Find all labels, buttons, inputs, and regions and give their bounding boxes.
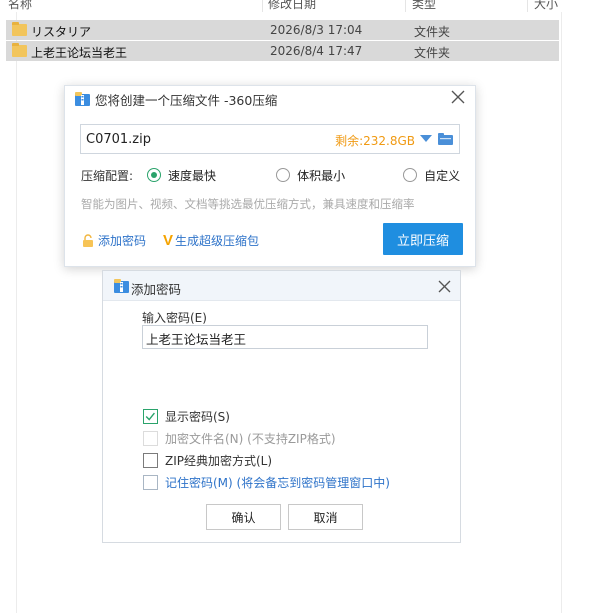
folder-icon [12,43,27,57]
radio-label: 体积最小 [297,168,346,183]
dialog-title: 您将创建一个压缩文件 -360压缩 [95,92,278,108]
column-name-header[interactable]: 名称 [8,0,32,12]
file-type: 文件夹 [414,46,451,60]
remember-password-checkbox[interactable]: 记住密码(M) (将会备忘到密码管理窗口中) [143,474,390,491]
dialog-title: 添加密码 [131,282,182,297]
confirm-button[interactable]: 确认 [206,504,281,530]
divider [561,12,562,613]
column-divider[interactable] [527,0,528,12]
checkbox[interactable] [143,453,158,468]
super-package-link[interactable]: V 生成超级压缩包 [163,232,259,249]
column-divider[interactable] [262,0,263,12]
file-type: 文件夹 [414,25,451,39]
radio-smallest[interactable]: 体积最小 [276,167,345,184]
password-value[interactable]: 上老王论坛当老王 [146,329,246,348]
checkbox-label: 加密文件名(N) (不支持ZIP格式) [165,432,336,446]
360zip-logo-icon [75,92,90,106]
file-row[interactable]: 上老王论坛当老王 2026/8/4 17:47 文件夹 [6,41,559,61]
zip-classic-encryption-checkbox[interactable]: ZIP经典加密方式(L) [143,452,272,469]
password-input-label: 输入密码(E) [142,311,207,325]
column-date-header[interactable]: 修改日期 [268,0,316,12]
free-space-label: 剩余:232.8GB [335,134,415,148]
column-size-header[interactable]: 大小 [534,0,558,12]
radio-button[interactable] [403,168,418,182]
radio-label: 速度最快 [168,168,217,183]
archive-filename[interactable]: C0701.zip [86,132,151,147]
browse-folder-icon[interactable] [438,132,453,146]
compression-config: 压缩配置: 速度最快 体积最小 自定义 [81,167,460,183]
dialog-title-bar: 您将创建一个压缩文件 -360压缩 [75,91,278,108]
file-date: 2026/8/3 17:04 [270,23,363,37]
add-password-link[interactable]: 添加密码 [81,232,146,249]
checkbox[interactable] [143,409,158,424]
radio-button[interactable] [276,168,291,182]
cancel-button[interactable]: 取消 [288,504,363,530]
file-date: 2026/8/4 17:47 [270,44,363,58]
encrypt-filenames-checkbox: 加密文件名(N) (不支持ZIP格式) [143,430,336,447]
checkbox-label: 记住密码(M) (将会备忘到密码管理窗口中) [165,476,390,490]
checkmark-icon [145,412,155,421]
360zip-logo-icon [114,279,129,293]
show-password-checkbox[interactable]: 显示密码(S) [143,408,230,425]
add-password-dialog: 添加密码 输入密码(E) 上老王论坛当老王 显示密码(S) 加密文件名(N) (… [102,270,461,543]
password-input[interactable]: 上老王论坛当老王 [142,325,428,349]
column-header-bar: 名称 修改日期 类型 大小 [0,0,593,12]
compress-now-button[interactable]: 立即压缩 [383,223,463,255]
close-icon[interactable] [451,90,465,104]
folder-icon [12,22,27,36]
v-badge-icon: V [163,232,174,249]
checkbox-label: 显示密码(S) [165,410,230,424]
dialog-title-bar: 添加密码 [103,271,460,301]
lock-icon [83,233,93,247]
super-package-label[interactable]: 生成超级压缩包 [175,232,259,249]
file-name: リスタリア [31,25,92,39]
close-icon[interactable] [438,280,451,293]
checkbox[interactable] [143,475,158,490]
radio-custom[interactable]: 自定义 [403,167,460,184]
compression-hint: 智能为图片、视频、文档等挑选最优压缩方式，兼具速度和压缩率 [81,197,415,211]
divider [16,12,17,613]
file-row[interactable]: リスタリア 2026/8/3 17:04 文件夹 [6,20,559,40]
config-label: 压缩配置: [81,168,134,183]
add-password-label[interactable]: 添加密码 [98,232,146,249]
column-type-header[interactable]: 类型 [412,0,436,12]
column-divider[interactable] [405,0,406,12]
radio-button[interactable] [147,168,162,182]
checkbox-label: ZIP经典加密方式(L) [165,454,273,468]
checkbox [143,431,158,446]
compress-dialog: 您将创建一个压缩文件 -360压缩 C0701.zip 剩余:232.8GB 压… [64,85,476,267]
chevron-down-icon[interactable] [420,135,432,142]
archive-path-input[interactable]: C0701.zip 剩余:232.8GB [80,124,460,154]
radio-fastest[interactable]: 速度最快 [147,167,216,184]
file-name: 上老王论坛当老王 [31,46,128,60]
radio-label: 自定义 [424,168,461,183]
